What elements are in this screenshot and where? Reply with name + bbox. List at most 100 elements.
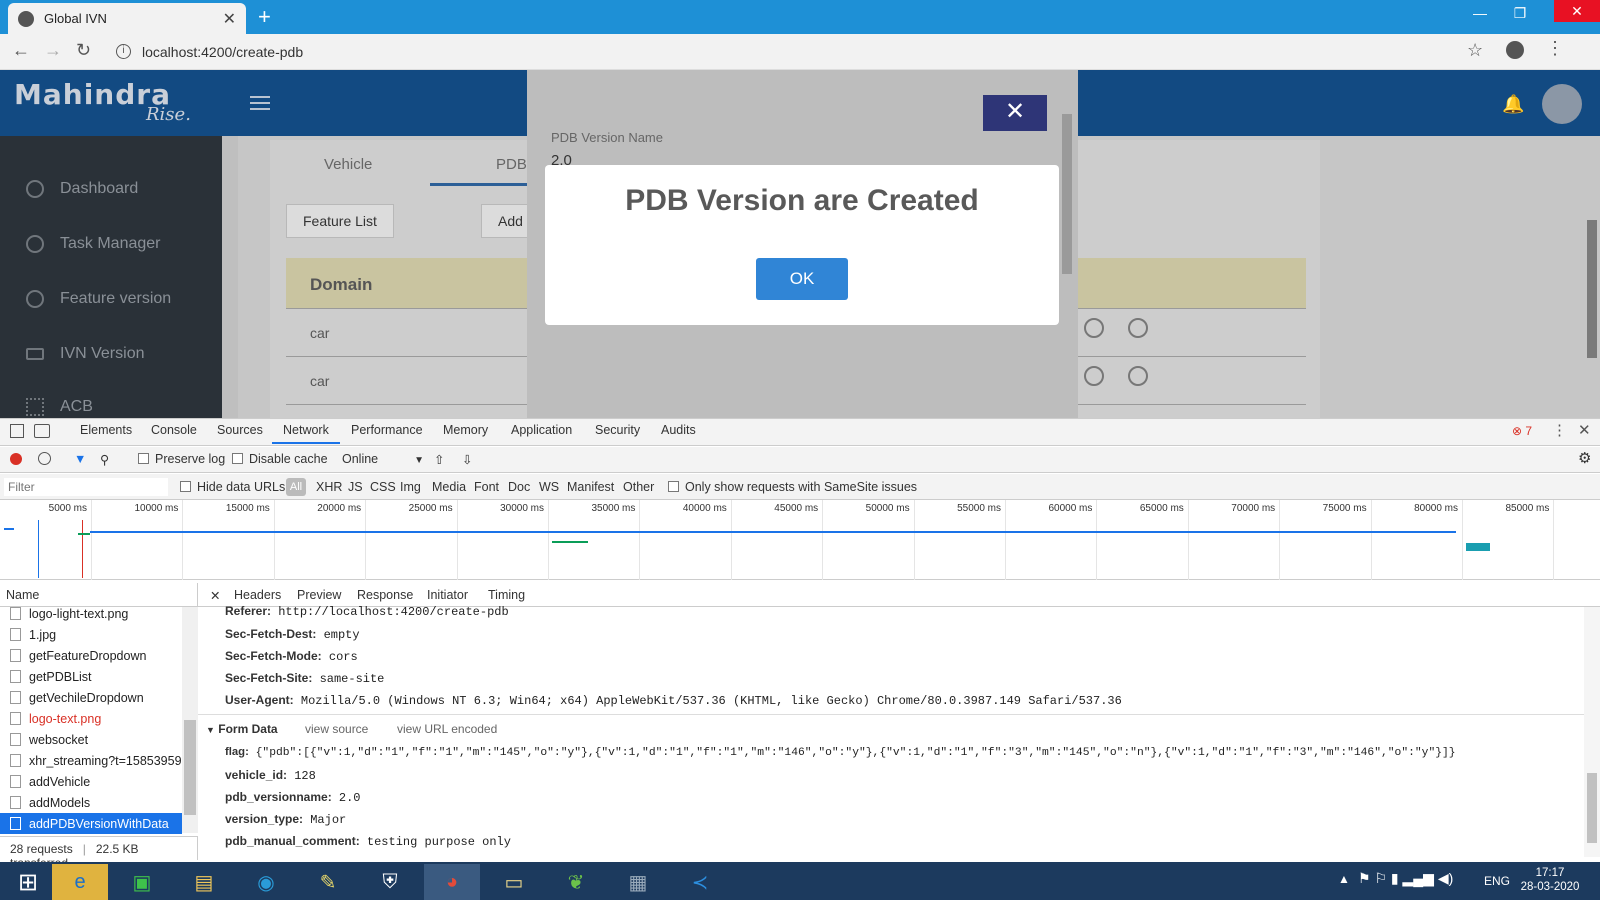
notepad-icon[interactable]: ✎ bbox=[300, 864, 356, 900]
internet-explorer-icon[interactable]: e bbox=[52, 864, 108, 900]
scrollbar-thumb[interactable] bbox=[184, 720, 196, 815]
security-shield-icon[interactable]: ⛨ bbox=[362, 864, 418, 900]
feature-list-button[interactable]: Feature List bbox=[286, 204, 394, 238]
import-har-icon[interactable]: ⇧ bbox=[434, 452, 444, 467]
throttling-select[interactable]: Online ▼ bbox=[342, 452, 424, 466]
page-scrollbar[interactable] bbox=[1584, 136, 1600, 418]
request-row[interactable]: getVechileDropdown bbox=[0, 687, 182, 708]
hamburger-menu-icon[interactable] bbox=[250, 96, 270, 110]
url-input[interactable]: i localhost:4200/create-pdb bbox=[108, 39, 1498, 65]
tab-elements[interactable]: Elements bbox=[80, 423, 132, 437]
tray-chevron-icon[interactable]: ▲ bbox=[1338, 872, 1350, 886]
tab-application[interactable]: Application bbox=[511, 423, 572, 437]
star-icon[interactable]: ☆ bbox=[1467, 40, 1483, 61]
back-arrow-icon[interactable]: ← bbox=[12, 40, 30, 61]
tab-audits[interactable]: Audits bbox=[661, 423, 696, 437]
language-indicator[interactable]: ENG bbox=[1484, 874, 1510, 888]
avatar[interactable] bbox=[1542, 84, 1582, 124]
sidebar-item-ivn-version[interactable]: IVN Version bbox=[26, 345, 144, 363]
devtools-menu-icon[interactable]: ⋮ bbox=[1552, 421, 1567, 439]
view-url-encoded-link[interactable]: view URL encoded bbox=[397, 722, 497, 736]
filter-all-button[interactable]: All bbox=[286, 478, 306, 496]
disable-cache-checkbox[interactable]: Disable cache bbox=[232, 452, 328, 466]
request-row[interactable]: addPDBVersionWithData bbox=[0, 813, 182, 834]
filter-input[interactable] bbox=[4, 478, 168, 496]
restore-icon[interactable]: ❐ bbox=[1500, 2, 1540, 24]
edge-icon[interactable]: ◉ bbox=[238, 864, 294, 900]
request-row[interactable]: 1.jpg bbox=[0, 624, 182, 645]
tab-vehicle[interactable]: Vehicle bbox=[324, 156, 372, 173]
ok-button[interactable]: OK bbox=[756, 258, 848, 300]
radio-button[interactable] bbox=[1128, 366, 1148, 386]
store-icon[interactable]: ▣ bbox=[114, 864, 170, 900]
tray-apps-icon[interactable]: ⚑ ⚐ ▮ ▂▄▆ ◀) bbox=[1358, 870, 1453, 887]
settings-gear-icon[interactable]: ⚙ bbox=[1578, 449, 1591, 467]
filter-icon[interactable]: ▼ bbox=[74, 452, 86, 466]
folder-icon[interactable]: ▭ bbox=[486, 864, 542, 900]
tab-initiator[interactable]: Initiator bbox=[427, 588, 468, 602]
tab-memory[interactable]: Memory bbox=[443, 423, 488, 437]
sidebar-scrollbar[interactable] bbox=[222, 136, 238, 418]
tab-network[interactable]: Network bbox=[283, 423, 329, 437]
samesite-checkbox[interactable]: Only show requests with SameSite issues bbox=[668, 480, 917, 494]
close-tab-icon[interactable]: ✕ bbox=[223, 9, 236, 29]
forward-arrow-icon[interactable]: → bbox=[44, 40, 62, 61]
menu-dots-icon[interactable]: ⋮ bbox=[1546, 38, 1564, 59]
minimize-icon[interactable]: — bbox=[1460, 2, 1500, 24]
radio-button[interactable] bbox=[1084, 366, 1104, 386]
sidebar-item-acb[interactable]: ACB bbox=[26, 398, 93, 416]
sidebar-item-feature-version[interactable]: Feature version bbox=[26, 290, 171, 308]
sidebar-item-dashboard[interactable]: Dashboard bbox=[26, 180, 138, 198]
preserve-log-checkbox[interactable]: Preserve log bbox=[138, 452, 225, 466]
error-badge[interactable]: ⊗ 7 bbox=[1512, 424, 1532, 438]
record-icon[interactable] bbox=[10, 453, 22, 465]
inspect-icon[interactable] bbox=[10, 424, 24, 438]
tab-timing[interactable]: Timing bbox=[488, 588, 525, 602]
filter-other[interactable]: Other bbox=[623, 480, 654, 494]
vscode-icon[interactable]: ≺ bbox=[672, 864, 728, 900]
modal-scrollbar[interactable] bbox=[1060, 96, 1074, 316]
request-row[interactable]: logo-text.png bbox=[0, 708, 182, 729]
bell-icon[interactable]: 🔔 bbox=[1502, 94, 1524, 115]
search-icon[interactable]: ⚲ bbox=[100, 452, 109, 467]
tab-performance[interactable]: Performance bbox=[351, 423, 423, 437]
new-tab-button[interactable]: + bbox=[258, 4, 271, 30]
tab-headers[interactable]: Headers bbox=[234, 588, 281, 602]
info-icon[interactable]: i bbox=[116, 44, 131, 59]
device-toggle-icon[interactable] bbox=[34, 424, 50, 438]
export-har-icon[interactable]: ⇩ bbox=[462, 452, 472, 467]
tab-pdb[interactable]: PDB bbox=[496, 156, 527, 173]
spring-icon[interactable]: ❦ bbox=[548, 864, 604, 900]
system-clock[interactable]: 17:17 28-03-2020 bbox=[1514, 866, 1586, 894]
detail-scrollbar[interactable] bbox=[1584, 607, 1600, 857]
tab-response[interactable]: Response bbox=[357, 588, 413, 602]
close-detail-icon[interactable]: ✕ bbox=[210, 588, 220, 603]
reload-icon[interactable]: ↻ bbox=[76, 40, 91, 61]
chrome-icon[interactable]: ◕ bbox=[424, 864, 480, 900]
tab-preview[interactable]: Preview bbox=[297, 588, 341, 602]
remote-desktop-icon[interactable]: ▦ bbox=[610, 864, 666, 900]
windows-start-icon[interactable]: ⊞ bbox=[0, 864, 56, 900]
browser-tab[interactable]: Global IVN ✕ bbox=[8, 3, 246, 34]
view-source-link[interactable]: view source bbox=[305, 722, 368, 736]
tab-console[interactable]: Console bbox=[151, 423, 197, 437]
request-row[interactable]: getPDBList bbox=[0, 666, 182, 687]
clear-icon[interactable] bbox=[38, 452, 51, 465]
request-row[interactable]: addVehicle bbox=[0, 771, 182, 792]
filter-media[interactable]: Media bbox=[432, 480, 466, 494]
filter-js[interactable]: JS bbox=[348, 480, 363, 494]
filter-manifest[interactable]: Manifest bbox=[567, 480, 614, 494]
window-close-icon[interactable]: ✕ bbox=[1554, 0, 1600, 22]
request-row[interactable]: websocket bbox=[0, 729, 182, 750]
tab-sources[interactable]: Sources bbox=[217, 423, 263, 437]
modal-close-button[interactable]: ✕ bbox=[983, 95, 1047, 131]
hide-data-urls-checkbox[interactable]: Hide data URLs bbox=[180, 480, 285, 494]
devtools-close-icon[interactable]: ✕ bbox=[1578, 421, 1591, 439]
filter-ws[interactable]: WS bbox=[539, 480, 559, 494]
request-row[interactable]: addModels bbox=[0, 792, 182, 813]
filter-img[interactable]: Img bbox=[400, 480, 421, 494]
file-explorer-icon[interactable]: ▤ bbox=[176, 864, 232, 900]
sidebar-item-task-manager[interactable]: Task Manager bbox=[26, 235, 161, 253]
radio-button[interactable] bbox=[1084, 318, 1104, 338]
radio-button[interactable] bbox=[1128, 318, 1148, 338]
